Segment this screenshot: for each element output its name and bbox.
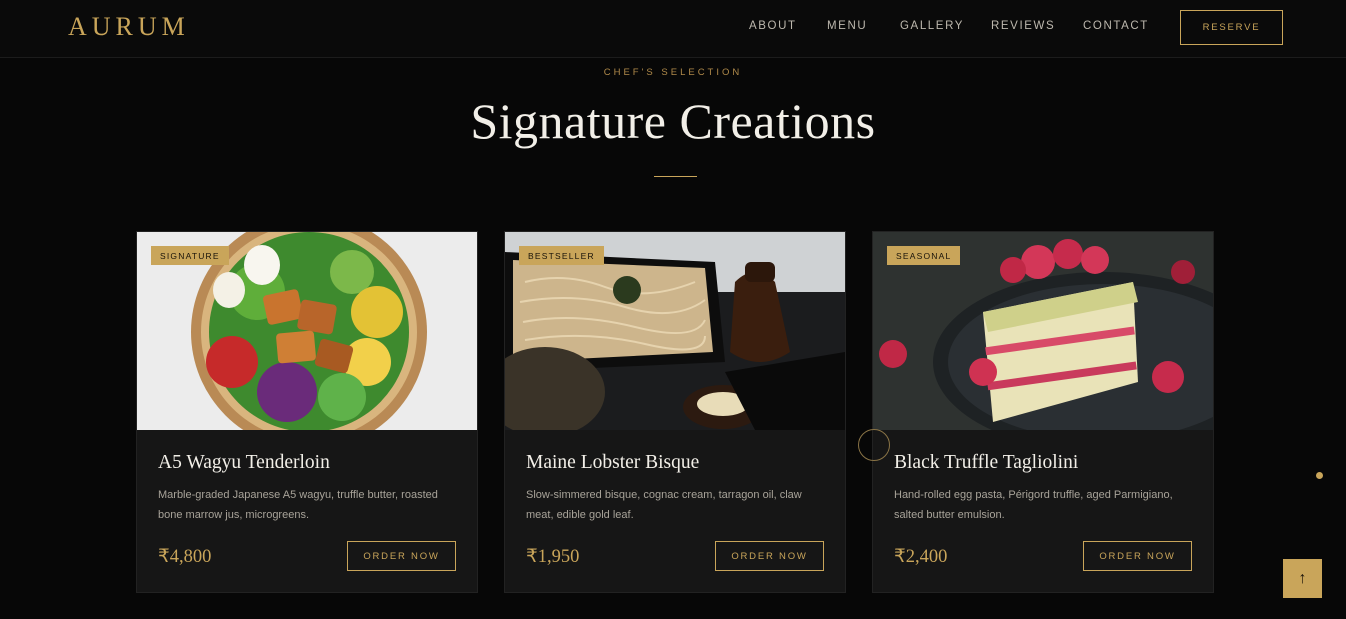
card-price: ₹2,400	[894, 547, 948, 567]
badge-signature: SIGNATURE	[151, 246, 229, 265]
badge-seasonal: SEASONAL	[887, 246, 961, 265]
reserve-button[interactable]: RESERVE	[1180, 10, 1283, 45]
menu-card: BESTSELLER Maine Lobster Bisque Slow-sim…	[504, 231, 846, 593]
order-now-button[interactable]: ORDER NOW	[715, 541, 824, 571]
section-title: Signature Creations	[470, 93, 876, 149]
brand-logo[interactable]: AURUM	[68, 12, 190, 42]
nav-link-about[interactable]: ABOUT	[749, 20, 797, 32]
card-description: Slow-simmered bisque, cognac cream, tarr…	[526, 489, 802, 521]
badge-bestseller: BESTSELLER	[519, 246, 604, 265]
scroll-indicator-dot[interactable]	[1316, 472, 1323, 479]
section-eyebrow: CHEF'S SELECTION	[603, 67, 743, 78]
back-to-top-button[interactable]: ↑	[1283, 559, 1322, 598]
card-price: ₹4,800	[158, 547, 212, 567]
order-now-button[interactable]: ORDER NOW	[1083, 541, 1192, 571]
card-description: Hand-rolled egg pasta, Périgord truffle,…	[894, 489, 1173, 521]
card-title: A5 Wagyu Tenderloin	[158, 452, 330, 473]
top-navbar: AURUM ABOUT MENU GALLERY REVIEWS CONTACT…	[0, 0, 1346, 58]
menu-card: SIGNATURE A5 Wagyu Tenderloin Marble-gra…	[136, 231, 478, 593]
card-price: ₹1,950	[526, 547, 580, 567]
card-description: Marble-graded Japanese A5 wagyu, truffle…	[158, 489, 438, 521]
nav-link-contact[interactable]: CONTACT	[1083, 20, 1149, 32]
nav-link-menu[interactable]: MENU	[827, 20, 867, 32]
arrow-up-icon: ↑	[1298, 569, 1307, 587]
order-now-button[interactable]: ORDER NOW	[347, 541, 456, 571]
title-divider	[654, 176, 697, 177]
menu-card: SEASONAL Black Truffle Tagliolini Hand-r…	[872, 231, 1214, 593]
nav-link-reviews[interactable]: REVIEWS	[991, 20, 1055, 32]
nav-link-gallery[interactable]: GALLERY	[900, 20, 964, 32]
card-title: Black Truffle Tagliolini	[894, 452, 1079, 473]
card-title: Maine Lobster Bisque	[526, 452, 700, 473]
custom-cursor-ring	[858, 429, 890, 461]
